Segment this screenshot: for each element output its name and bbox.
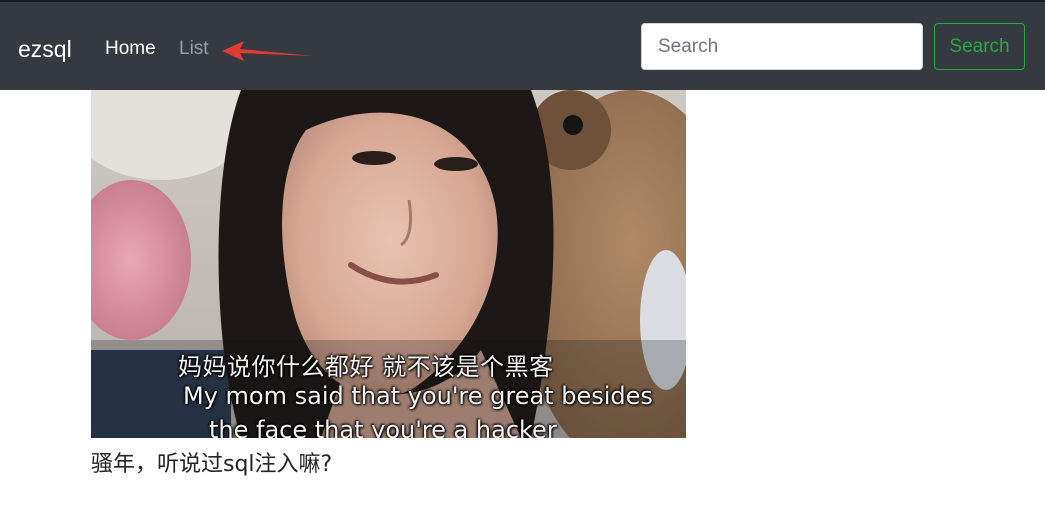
search-button[interactable]: Search (934, 23, 1025, 70)
navbar: ezsql Home List Search (0, 2, 1045, 90)
sql-injection-question: 骚年，听说过sql注入嘛? (91, 452, 333, 477)
search-input[interactable] (641, 23, 923, 70)
meme-caption-chinese: 妈妈说你什么都好 就不该是个黑客 (178, 353, 554, 381)
nav-list-link[interactable]: List (179, 38, 209, 60)
brand-logo[interactable]: ezsql (18, 35, 72, 63)
red-arrow-icon (222, 41, 314, 61)
meme-image: 妈妈说你什么都好 就不该是个黑客 My mom said that you're… (91, 90, 686, 438)
nav-home-link[interactable]: Home (105, 38, 156, 60)
meme-caption-english-line2: the face that you're a hacker (209, 416, 557, 438)
meme-caption-english-line1: My mom said that you're great besides (183, 382, 653, 410)
